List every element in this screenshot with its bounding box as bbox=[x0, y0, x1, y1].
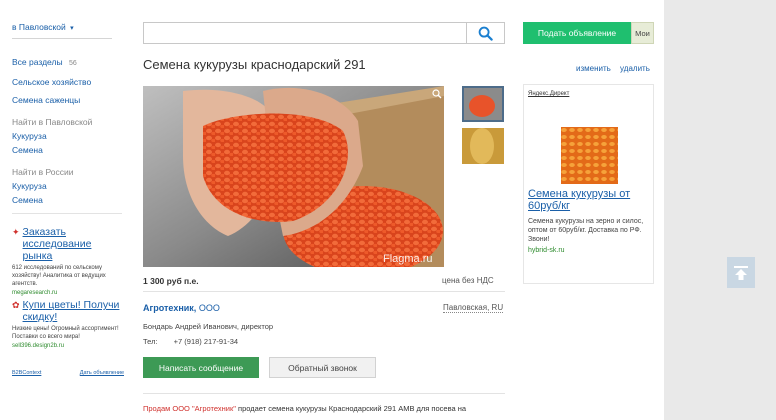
price-divider bbox=[143, 291, 505, 292]
description: Продам ООО "Агротехник" продает семена к… bbox=[143, 404, 508, 413]
sidebar: Все разделы 56 Сельское хозяйство Семена… bbox=[12, 56, 124, 206]
company-name[interactable]: Агротехник, bbox=[143, 303, 196, 313]
listing-title: Семена кукурузы краснодарский 291 bbox=[143, 57, 366, 72]
yandex-direct-box: Яндекс.Директ Семена кукурузы от 60руб/к… bbox=[523, 84, 654, 284]
sidebar-divider bbox=[12, 213, 122, 214]
description-divider bbox=[143, 393, 505, 394]
direct-ad-image[interactable] bbox=[561, 127, 618, 184]
listing-actions: изменить удалить bbox=[576, 64, 650, 73]
arrow-up-icon bbox=[734, 265, 748, 280]
location[interactable]: Павловская, RU bbox=[443, 303, 504, 313]
sidebar-all-count: 56 bbox=[68, 60, 77, 67]
watermark: Flagma.ru bbox=[383, 253, 433, 265]
my-ads-button[interactable]: Мои bbox=[631, 22, 654, 44]
find-russia-heading: Найти в России bbox=[12, 167, 74, 177]
thumbnail-1[interactable] bbox=[462, 86, 504, 122]
price: 1 300 руб п.е. bbox=[143, 276, 199, 286]
desc-tag: Продам bbox=[143, 404, 171, 413]
desc-text: продает семена кукурузы Краснодарский 29… bbox=[238, 404, 467, 413]
phone-label: Тел: bbox=[143, 337, 158, 346]
flower-icon: ✿ bbox=[12, 300, 20, 310]
write-message-button[interactable]: Написать сообщение bbox=[143, 357, 259, 378]
main-photo[interactable]: Flagma.ru bbox=[143, 86, 444, 267]
russia-seeds-link[interactable]: Семена bbox=[12, 194, 124, 206]
left-ad-1-text: 612 исследований по сельскому хозяйству!… bbox=[12, 265, 106, 287]
direct-ad-title[interactable]: Семена кукурузы от 60руб/кг bbox=[528, 188, 648, 212]
phone-number: +7 (918) 217-91-34 bbox=[173, 337, 239, 346]
left-ad-2-text: Низкие цены! Огромный ассортимент! Поста… bbox=[12, 326, 119, 340]
post-ad-link[interactable]: Дать объявление bbox=[80, 370, 124, 376]
local-seeds-link[interactable]: Семена bbox=[12, 144, 124, 156]
megaphone-icon: ✦ bbox=[12, 227, 20, 237]
delete-link[interactable]: удалить bbox=[620, 64, 650, 73]
left-ad-2-title[interactable]: Купи цветы! Получи скидку! bbox=[23, 299, 124, 323]
corn-kernels-icon bbox=[561, 127, 618, 184]
sidebar-all-sections[interactable]: Все разделы bbox=[12, 57, 63, 67]
scroll-to-top-button[interactable] bbox=[727, 257, 755, 288]
thumbnail-corn-cob-icon bbox=[462, 128, 504, 164]
post-ad-button[interactable]: Подать объявление bbox=[523, 22, 631, 44]
left-ad-2[interactable]: ✿ Купи цветы! Получи скидку! Низкие цены… bbox=[12, 299, 124, 349]
find-local-heading: Найти в Павловской bbox=[12, 117, 93, 127]
left-ad-2-url[interactable]: sell396.design2b.ru bbox=[12, 343, 124, 349]
sidebar-seeds[interactable]: Семена саженцы bbox=[12, 94, 124, 106]
vat-note: цена без НДС bbox=[442, 276, 494, 285]
region-label[interactable]: в Павловской bbox=[12, 22, 66, 32]
desc-company: ООО "Агротехник" bbox=[172, 404, 236, 413]
sidebar-agriculture[interactable]: Сельское хозяйство bbox=[12, 76, 124, 88]
contact-person: Бондарь Андрей Иванович, директор bbox=[143, 322, 274, 331]
direct-ad-url[interactable]: hybrid-sk.ru bbox=[528, 247, 565, 254]
search-input[interactable] bbox=[144, 23, 464, 43]
direct-ad-text: Семена кукурузы на зерно и силос, оптом … bbox=[528, 218, 644, 243]
left-ad-1[interactable]: ✦ Заказать исследование рынка 612 исслед… bbox=[12, 226, 124, 296]
edit-link[interactable]: изменить bbox=[576, 64, 611, 73]
thumbnail-seeds-icon bbox=[464, 88, 502, 120]
corn-seeds-photo: Flagma.ru bbox=[143, 86, 444, 267]
thumbnail-2[interactable] bbox=[462, 128, 504, 164]
search-button[interactable] bbox=[466, 23, 504, 43]
company-type: ООО bbox=[198, 303, 220, 313]
local-corn-link[interactable]: Кукуруза bbox=[12, 130, 124, 142]
b2bcontext-link[interactable]: B2BContext bbox=[12, 370, 41, 376]
company-row: Агротехник, ООО bbox=[143, 303, 220, 313]
search-icon bbox=[478, 26, 493, 41]
phone-row: Тел: +7 (918) 217-91-34 bbox=[143, 337, 238, 346]
search-bar bbox=[143, 22, 505, 44]
left-ad-1-title[interactable]: Заказать исследование рынка bbox=[23, 226, 124, 262]
left-ad-footer: B2BContext Дать объявление bbox=[12, 370, 124, 376]
yandex-direct-label[interactable]: Яндекс.Директ bbox=[528, 91, 569, 97]
chevron-down-icon: ▾ bbox=[70, 25, 74, 32]
page: в Павловской ▾ Все разделы 56 Сельское х… bbox=[0, 0, 664, 420]
callback-button[interactable]: Обратный звонок bbox=[269, 357, 376, 378]
region-selector[interactable]: в Павловской ▾ bbox=[12, 22, 112, 39]
left-ad-1-url[interactable]: megaresearch.ru bbox=[12, 290, 124, 296]
russia-corn-link[interactable]: Кукуруза bbox=[12, 180, 124, 192]
